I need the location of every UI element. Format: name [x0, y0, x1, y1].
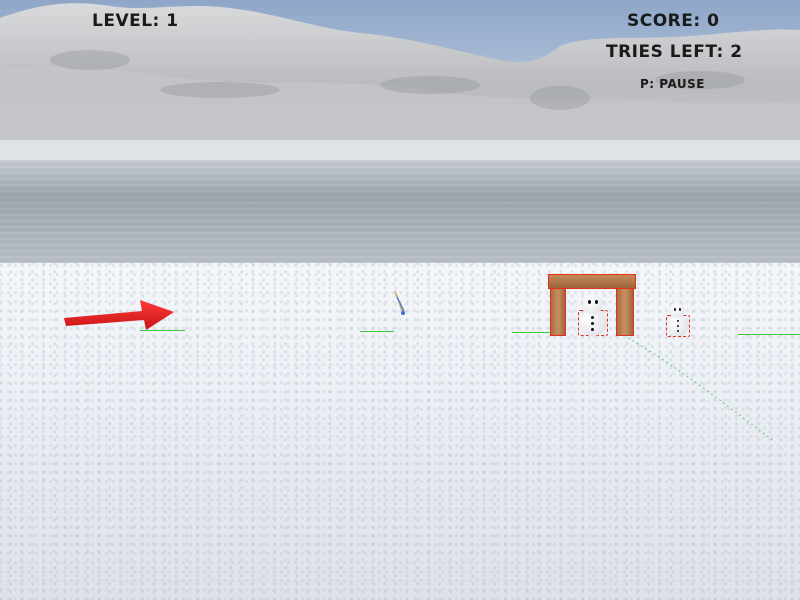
game-scene[interactable]: LEVEL: 1 SCORE: 0 TRIES LEFT: 2 P: PAUSE: [0, 0, 800, 600]
gate-post-right: [616, 288, 634, 336]
snowman-button: [677, 325, 679, 327]
snowman-icon[interactable]: [665, 303, 691, 337]
snowman-button: [591, 316, 594, 319]
snowman-eye: [588, 300, 591, 304]
ground-marker: [512, 332, 552, 333]
snowman-eye: [595, 300, 598, 304]
dart-icon: [394, 290, 405, 315]
gate-post-left: [550, 288, 566, 336]
ground-marker: [738, 334, 800, 335]
snowman-button: [677, 330, 679, 332]
snowman-eye: [674, 308, 676, 311]
score-indicator: SCORE: 0: [627, 11, 720, 31]
frozen-lake: [0, 160, 800, 264]
ground-marker: [360, 331, 394, 332]
pause-hint: P: PAUSE: [640, 77, 705, 91]
tries-left-indicator: TRIES LEFT: 2: [606, 42, 743, 62]
snowman-button: [591, 322, 594, 325]
snowman-button: [591, 328, 594, 331]
snowman-head: [583, 294, 603, 314]
gate-beam: [548, 274, 636, 289]
level-indicator: LEVEL: 1: [92, 11, 179, 31]
snowman-icon[interactable]: [576, 294, 610, 338]
snowman-head: [670, 303, 685, 318]
red-arrow-icon[interactable]: [62, 294, 177, 334]
snowman-button: [677, 320, 679, 322]
snowman-eye: [679, 308, 681, 311]
